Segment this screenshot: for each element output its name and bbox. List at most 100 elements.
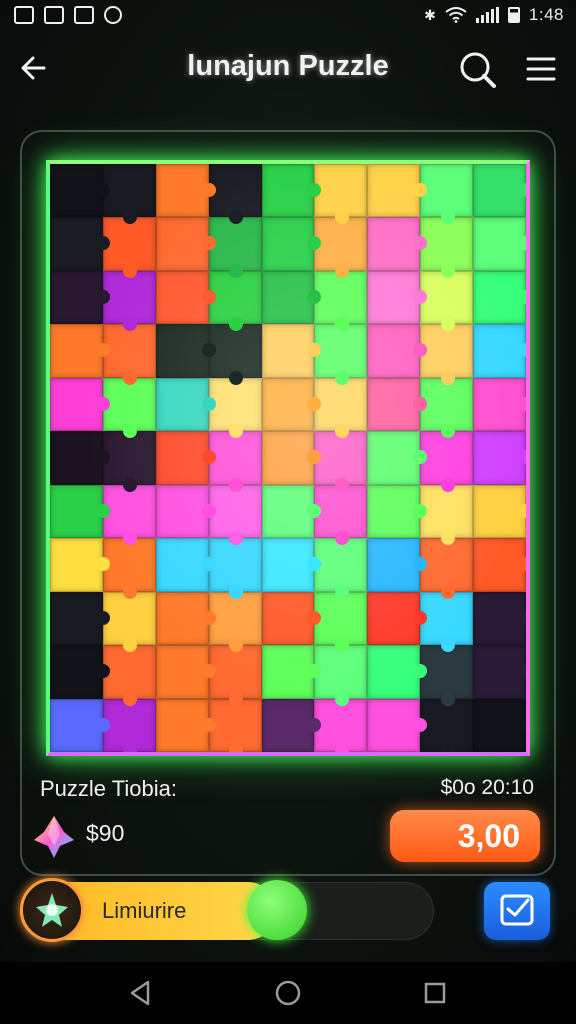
puzzle-piece[interactable] (208, 538, 262, 600)
puzzle-piece[interactable] (473, 217, 526, 271)
puzzle-piece[interactable] (155, 538, 216, 592)
puzzle-piece[interactable] (102, 591, 156, 653)
puzzle-piece[interactable] (420, 164, 474, 225)
puzzle-piece[interactable] (50, 377, 110, 432)
puzzle-piece[interactable] (420, 538, 474, 600)
puzzle-piece[interactable] (50, 484, 110, 539)
puzzle-piece[interactable] (367, 484, 428, 539)
puzzle-piece[interactable] (155, 377, 216, 432)
puzzle-piece[interactable] (102, 377, 156, 439)
nav-home-button[interactable] (271, 976, 305, 1010)
puzzle-piece[interactable] (473, 645, 526, 699)
progress-knob[interactable] (247, 880, 307, 940)
puzzle-piece[interactable] (473, 538, 526, 592)
puzzle-piece[interactable] (155, 270, 216, 325)
puzzle-piece[interactable] (314, 538, 368, 600)
puzzle-piece[interactable] (155, 431, 216, 485)
puzzle-piece[interactable] (50, 270, 110, 325)
puzzle-piece[interactable] (50, 698, 110, 752)
puzzle-piece[interactable] (208, 431, 262, 493)
puzzle-piece[interactable] (314, 591, 368, 653)
puzzle-piece[interactable] (314, 270, 368, 332)
puzzle-piece[interactable] (50, 645, 110, 699)
puzzle-piece[interactable] (261, 377, 322, 432)
puzzle-piece[interactable] (155, 484, 216, 539)
puzzle-piece[interactable] (102, 645, 156, 707)
puzzle-piece[interactable] (208, 377, 262, 439)
puzzle-piece[interactable] (420, 591, 474, 653)
puzzle-piece[interactable] (473, 377, 526, 432)
puzzle-piece[interactable] (261, 270, 322, 325)
puzzle-piece[interactable] (367, 164, 428, 218)
puzzle-piece[interactable] (261, 484, 322, 539)
puzzle-piece[interactable] (314, 431, 368, 493)
puzzle-piece[interactable] (367, 431, 428, 485)
puzzle-piece[interactable] (473, 591, 526, 646)
puzzle-piece[interactable] (102, 431, 156, 493)
puzzle-piece[interactable] (367, 217, 428, 271)
puzzle-piece[interactable] (420, 645, 474, 707)
puzzle-piece[interactable] (367, 698, 428, 752)
nav-recents-button[interactable] (418, 976, 452, 1010)
puzzle-piece[interactable] (367, 324, 428, 378)
puzzle-piece[interactable] (367, 538, 428, 592)
puzzle-piece[interactable] (420, 217, 474, 279)
puzzle-piece[interactable] (367, 645, 428, 699)
puzzle-piece[interactable] (208, 484, 262, 546)
puzzle-piece[interactable] (314, 217, 368, 279)
puzzle-piece[interactable] (50, 324, 110, 378)
puzzle-piece[interactable] (261, 431, 322, 485)
puzzle-piece[interactable] (261, 645, 322, 699)
puzzle-piece[interactable] (102, 538, 156, 600)
puzzle-piece[interactable] (208, 591, 262, 653)
puzzle-piece[interactable] (208, 324, 262, 386)
puzzle-piece[interactable] (314, 698, 368, 752)
price-button[interactable]: 3,00 (390, 810, 540, 862)
puzzle-piece[interactable] (367, 377, 428, 432)
puzzle-piece[interactable] (261, 217, 322, 271)
puzzle-piece[interactable] (102, 698, 156, 752)
puzzle-piece[interactable] (102, 270, 156, 332)
progress-badge[interactable] (20, 878, 84, 942)
puzzle-piece[interactable] (155, 324, 216, 378)
puzzle-piece[interactable] (102, 217, 156, 279)
puzzle-piece[interactable] (261, 698, 322, 752)
menu-button[interactable] (522, 50, 560, 88)
puzzle-piece[interactable] (420, 698, 474, 752)
nav-back-button[interactable] (124, 976, 158, 1010)
puzzle-piece[interactable] (420, 270, 474, 332)
puzzle-piece[interactable] (155, 164, 216, 218)
puzzle-piece[interactable] (208, 217, 262, 279)
puzzle-piece[interactable] (50, 164, 110, 218)
search-button[interactable] (456, 48, 498, 90)
puzzle-piece[interactable] (50, 591, 110, 646)
puzzle-piece[interactable] (314, 324, 368, 386)
puzzle-piece[interactable] (261, 538, 322, 592)
puzzle-piece[interactable] (420, 431, 474, 493)
puzzle-piece[interactable] (208, 270, 262, 332)
puzzle-piece[interactable] (102, 484, 156, 546)
puzzle-piece[interactable] (314, 377, 368, 439)
puzzle-piece[interactable] (102, 324, 156, 386)
puzzle-piece[interactable] (208, 698, 262, 752)
puzzle-piece[interactable] (314, 484, 368, 546)
puzzle-piece[interactable] (473, 431, 526, 485)
puzzle-piece[interactable] (473, 484, 526, 539)
puzzle-piece[interactable] (155, 217, 216, 271)
puzzle-piece[interactable] (367, 591, 428, 646)
puzzle-piece[interactable] (473, 270, 526, 325)
puzzle-board[interactable] (46, 160, 530, 756)
share-button[interactable] (484, 882, 550, 940)
puzzle-piece[interactable] (473, 164, 526, 218)
puzzle-piece[interactable] (420, 377, 474, 439)
puzzle-piece[interactable] (473, 698, 526, 752)
puzzle-piece[interactable] (314, 645, 368, 707)
puzzle-piece[interactable] (208, 645, 262, 707)
puzzle-piece[interactable] (473, 324, 526, 378)
puzzle-piece[interactable] (155, 591, 216, 646)
puzzle-piece[interactable] (367, 270, 428, 325)
puzzle-piece[interactable] (102, 164, 156, 225)
puzzle-piece[interactable] (261, 324, 322, 378)
puzzle-piece[interactable] (50, 538, 110, 592)
puzzle-piece[interactable] (50, 217, 110, 271)
